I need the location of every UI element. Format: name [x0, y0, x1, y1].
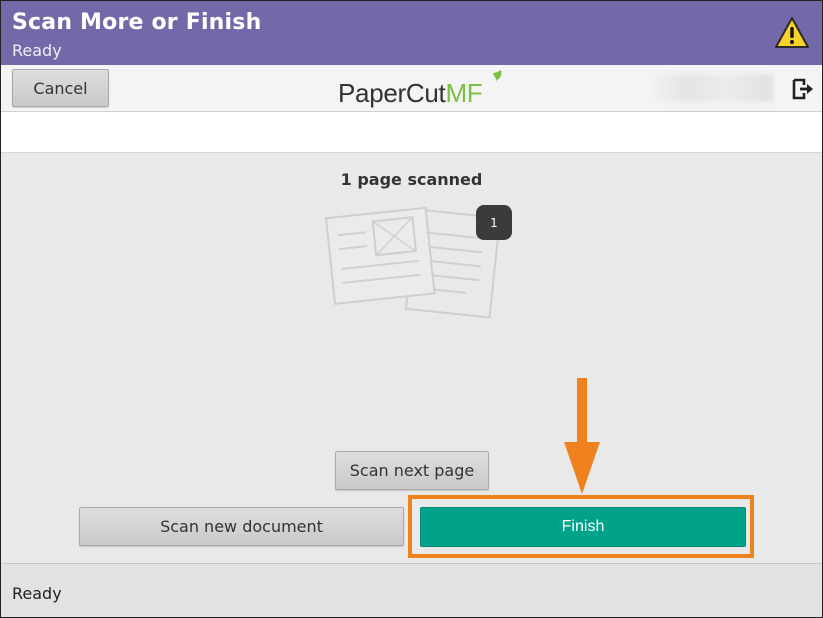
scanned-count-label: 1 page scanned — [340, 170, 483, 189]
papercut-logo: PaperCutMF — [338, 78, 483, 109]
scan-next-page-button[interactable]: Scan next page — [335, 451, 489, 490]
toolbar: Cancel PaperCutMF — [1, 65, 822, 112]
page-subtitle: Ready — [12, 41, 62, 60]
toolbar-spacer — [1, 112, 822, 153]
logout-icon[interactable] — [791, 78, 815, 100]
scan-new-document-button[interactable]: Scan new document — [79, 507, 404, 546]
orange-arrow-annotation — [564, 378, 600, 494]
finish-button[interactable]: Finish — [420, 507, 746, 547]
status-text: Ready — [12, 584, 62, 603]
page-title: Scan More or Finish — [12, 10, 262, 35]
title-bar: Scan More or Finish Ready — [1, 1, 822, 65]
status-bar: Ready — [1, 563, 822, 617]
page-count-badge: 1 — [476, 205, 512, 240]
cancel-button[interactable]: Cancel — [12, 69, 109, 107]
warning-icon[interactable] — [774, 15, 810, 51]
user-name-redacted — [651, 74, 773, 102]
logo-text: PaperCut — [338, 78, 446, 108]
logo-accent: MF — [445, 78, 483, 108]
app-window: Scan More or Finish Ready Cancel PaperCu… — [0, 0, 823, 618]
leaf-icon — [493, 70, 502, 82]
